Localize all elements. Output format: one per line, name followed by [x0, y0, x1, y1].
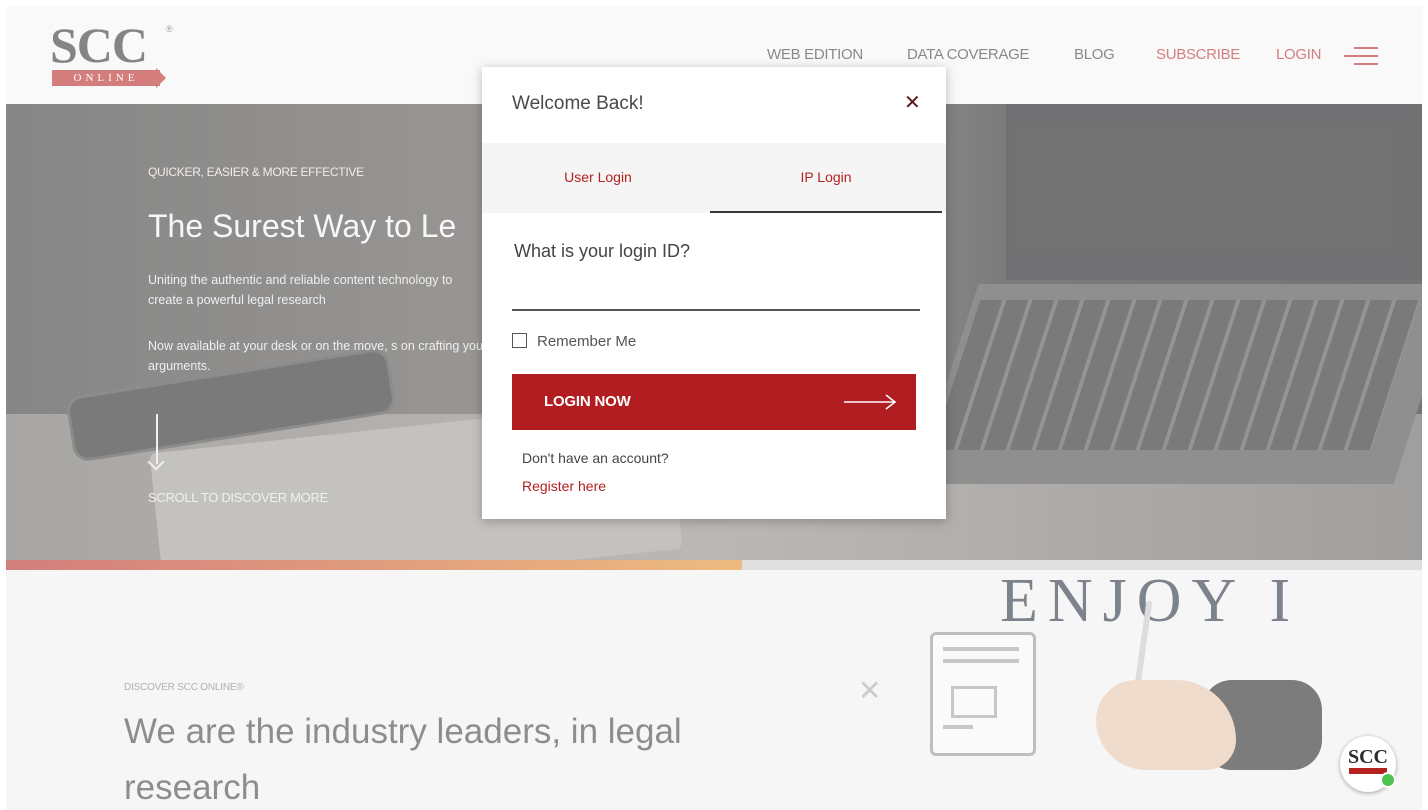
login-now-label: LOGIN NOW	[544, 393, 631, 410]
tab-user-login[interactable]: User Login	[482, 143, 714, 213]
modal-title: Welcome Back!	[512, 93, 644, 114]
online-status-icon	[1380, 772, 1396, 788]
login-now-button[interactable]: LOGIN NOW	[512, 374, 916, 430]
no-account-text: Don't have an account?	[522, 450, 669, 466]
page: SCC ® ONLINE WEB EDITION DATA COVERAGE B…	[6, 6, 1422, 810]
remember-me-checkbox[interactable]	[512, 333, 527, 348]
login-id-label: What is your login ID?	[514, 241, 691, 261]
login-modal: Welcome Back! ✕ User Login IP Login What…	[482, 67, 946, 519]
chat-widget-button[interactable]: SCC	[1340, 736, 1396, 792]
remember-me-option[interactable]: Remember Me	[512, 333, 636, 350]
chat-widget-logo: SCC	[1347, 746, 1388, 768]
chat-widget-band	[1349, 768, 1387, 774]
login-id-input[interactable]	[512, 279, 920, 311]
close-icon[interactable]: ✕	[904, 93, 921, 113]
remember-me-label: Remember Me	[537, 333, 637, 350]
arrow-right-icon	[844, 394, 897, 410]
tab-ip-login[interactable]: IP Login	[710, 143, 942, 213]
login-tabs: User Login IP Login	[482, 143, 946, 213]
register-link[interactable]: Register here	[522, 478, 606, 494]
